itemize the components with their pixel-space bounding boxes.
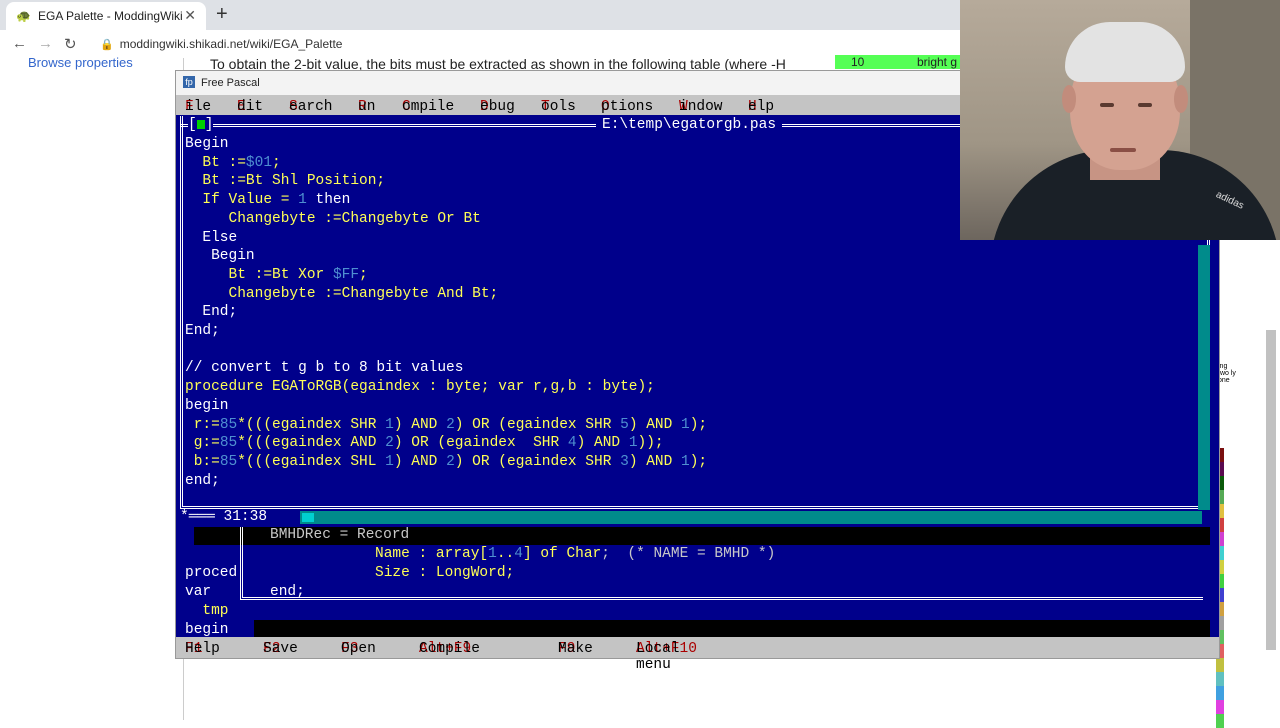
lower-code-line: proced: [185, 565, 238, 581]
code-line: Bt :=Bt Xor $FF;: [185, 266, 368, 283]
code-line: Else: [185, 229, 238, 246]
editor-status-line: *═══ 31:38: [180, 509, 1210, 525]
close-tab-icon[interactable]: ✕: [184, 7, 196, 24]
code-line: Changebyte :=Changebyte Or Bt: [185, 210, 481, 227]
color-swatch: [1216, 714, 1224, 728]
url-text: moddingwiki.shikadi.net/wiki/EGA_Palette: [119, 37, 343, 51]
hint-line: Size : LongWord;: [375, 565, 515, 581]
editor-vertical-scrollbar[interactable]: [1198, 245, 1210, 510]
palette-index: 10: [851, 55, 865, 69]
editor-filename: E:\temp\egatorgb.pas: [596, 117, 783, 133]
code-line: Begin: [185, 248, 255, 265]
selection-bar: [254, 620, 1210, 638]
scroll-thumb[interactable]: [302, 513, 314, 522]
palette-label: bright g: [917, 55, 958, 69]
color-swatch: [1216, 686, 1224, 700]
hint-line: BMHDRec = Record: [270, 527, 410, 543]
color-swatch: [1216, 700, 1224, 714]
presenter-eye: [1100, 103, 1114, 107]
lower-code-line: var: [185, 584, 212, 600]
code-line: procedure EGAToRGB(egaindex : byte; var …: [185, 379, 655, 396]
code-line: End;: [185, 323, 220, 340]
lower-code-line: tmp: [185, 603, 229, 619]
function-key-bar: F1 Help F2 Save F3 Open Alt+F9 Compile F…: [176, 637, 1219, 673]
new-tab-button[interactable]: +: [216, 3, 228, 26]
free-pascal-app-icon: fp: [183, 76, 195, 88]
presenter-hair: [1065, 22, 1185, 82]
code-line: Bt :=Bt Shl Position;: [185, 173, 386, 190]
favicon-icon: 🐢: [16, 9, 31, 23]
code-line: End;: [185, 304, 238, 321]
presenter-eye: [1138, 103, 1152, 107]
forward-icon[interactable]: →: [38, 35, 53, 52]
lower-code-line: begin: [185, 622, 229, 638]
code-line: begin: [185, 397, 229, 414]
code-line: Begin: [185, 136, 229, 152]
browse-properties-link[interactable]: Browse properties: [28, 55, 133, 70]
code-line: b:=85*(((egaindex SHL 1) AND 2) OR (egai…: [185, 453, 708, 470]
presenter-mouth: [1110, 148, 1136, 152]
close-box-icon: [196, 120, 205, 129]
palette-cell-bright-green: 10 bright g: [835, 55, 965, 69]
editor-close-box[interactable]: []: [188, 117, 214, 133]
wiki-side-note: ing two ly one: [1218, 363, 1236, 384]
code-line: // convert t g b to 8 bit values: [185, 360, 464, 377]
presenter-ear: [1062, 85, 1076, 113]
lower-pane: BMHDRec = Record Name : array[1..4] of C…: [180, 527, 1210, 653]
color-swatch: [1216, 672, 1224, 686]
browser-tab[interactable]: 🐢 EGA Palette - ModdingWiki ✕: [6, 2, 206, 30]
code-editor[interactable]: Begin Bt :=$01; Bt :=Bt Shl Position; If…: [185, 135, 707, 490]
url-field[interactable]: 🔒 moddingwiki.shikadi.net/wiki/EGA_Palett…: [100, 37, 342, 51]
color-swatch: [1216, 658, 1224, 672]
code-line: Changebyte :=Changebyte And Bt;: [185, 285, 499, 302]
code-line: g:=85*(((egaindex AND 2) OR (egaindex SH…: [185, 435, 664, 452]
back-icon[interactable]: ←: [12, 35, 27, 52]
hint-line: Name : array[1..4] of Char; (* NAME = BM…: [375, 546, 776, 562]
webcam-overlay: adidas: [960, 0, 1280, 240]
hint-line: end;: [270, 584, 305, 600]
cursor-position: *═══ 31:38: [180, 509, 276, 525]
tab-title: EGA Palette - ModdingWiki: [38, 9, 183, 23]
window-title: Free Pascal: [201, 77, 260, 89]
page-scrollbar[interactable]: [1266, 330, 1276, 650]
editor-horizontal-scrollbar[interactable]: [300, 511, 1202, 524]
code-line: If Value = 1 then: [185, 192, 351, 209]
code-line: end;: [185, 472, 220, 489]
presenter-ear: [1174, 85, 1188, 113]
lock-icon: 🔒: [100, 39, 114, 51]
reload-icon[interactable]: ↻: [64, 35, 77, 53]
code-line: Bt :=$01;: [185, 154, 281, 171]
code-line: r:=85*(((egaindex SHR 1) AND 2) OR (egai…: [185, 416, 708, 433]
